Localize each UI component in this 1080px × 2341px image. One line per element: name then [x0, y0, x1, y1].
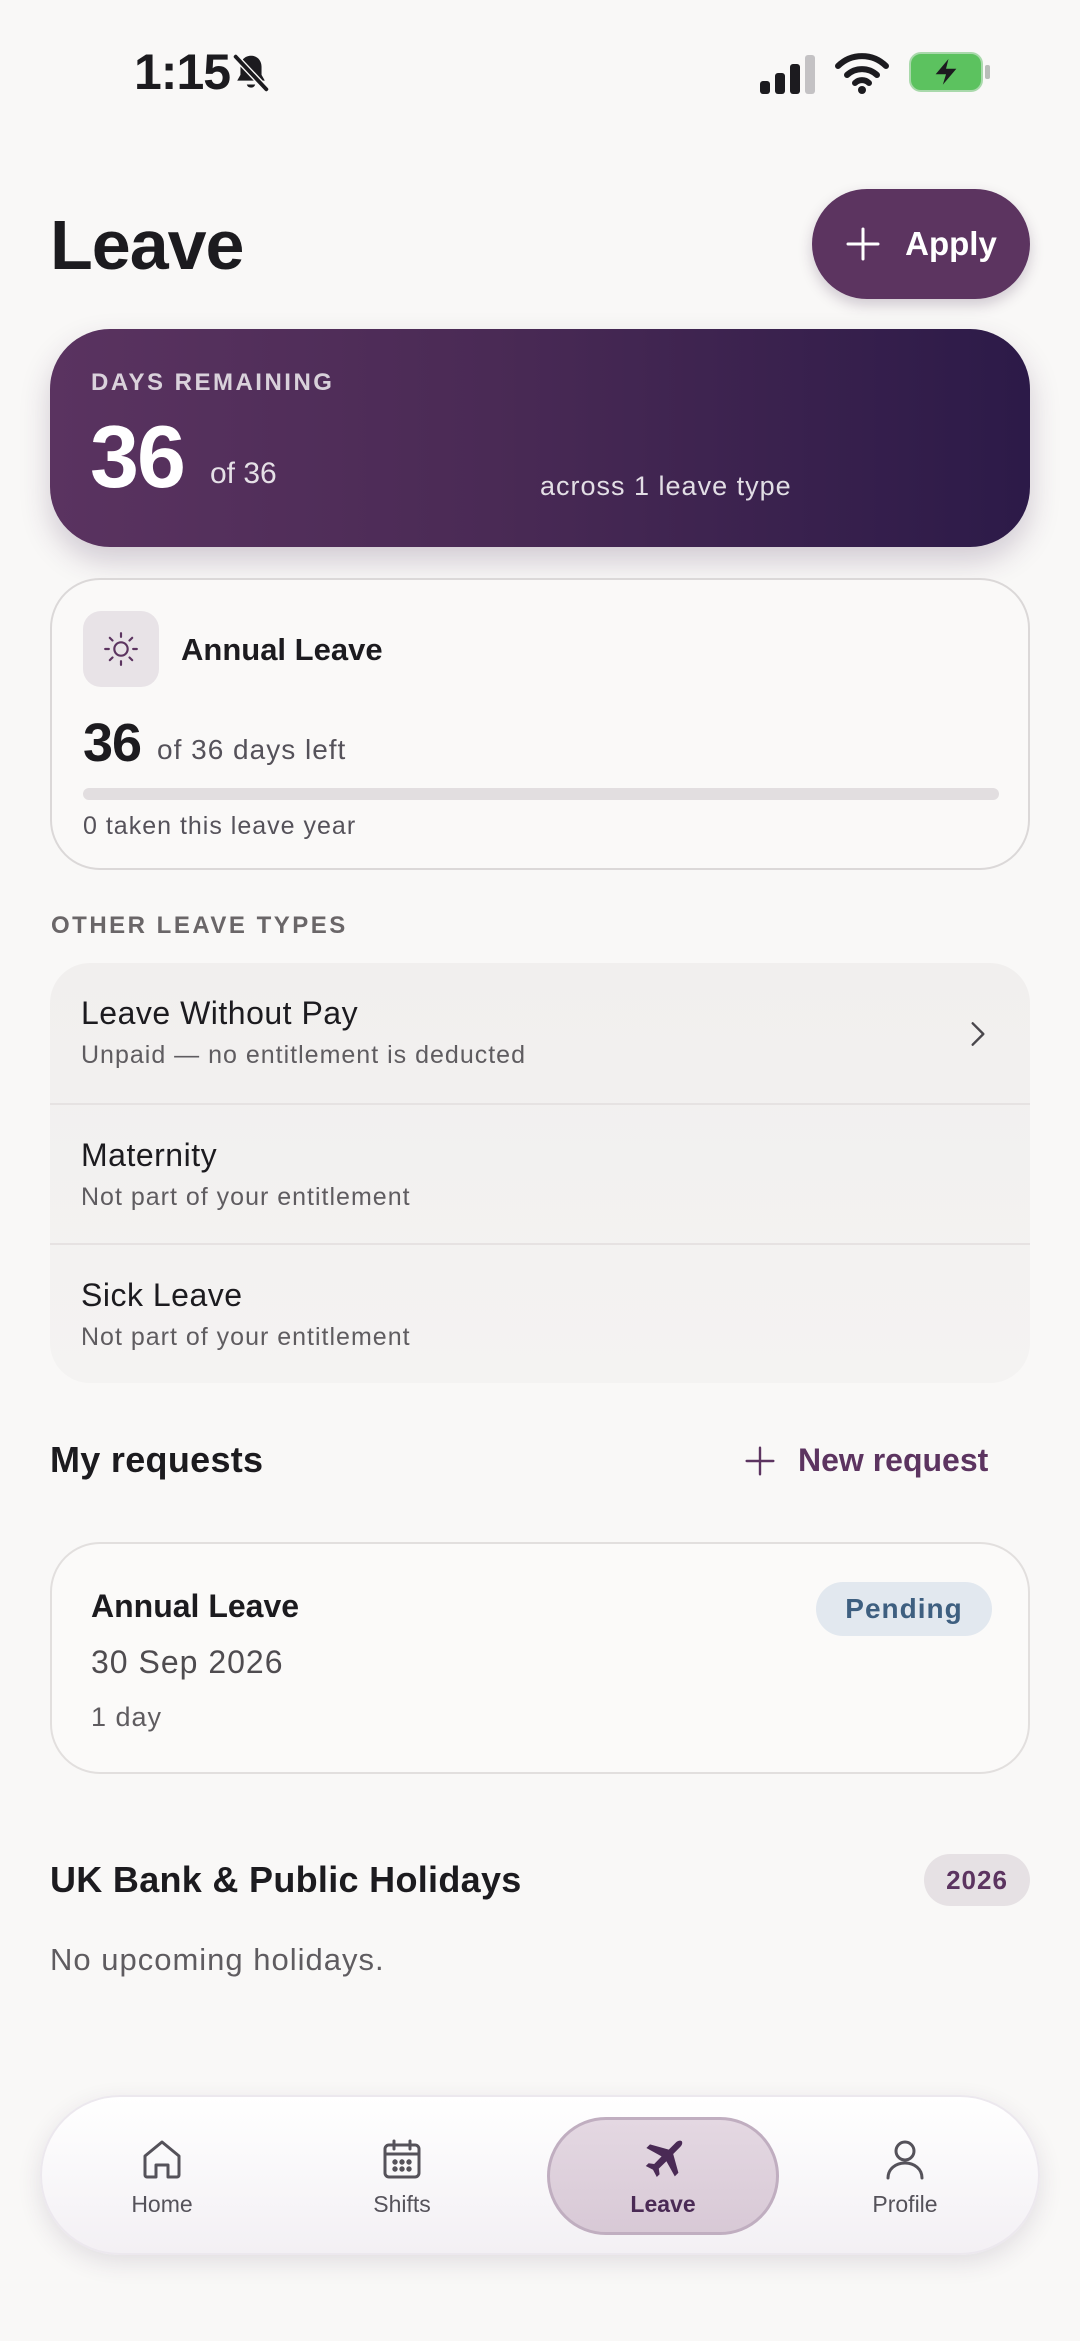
nav-item-leave[interactable]: Leave: [543, 2097, 783, 2257]
holidays-title: UK Bank & Public Holidays: [50, 1859, 522, 1900]
leave-request-card[interactable]: Annual Leave 30 Sep 2026 1 day Pending: [50, 1542, 1030, 1774]
annual-leave-progress-bar: [83, 788, 999, 800]
sun-icon: [104, 632, 138, 666]
plane-icon: [645, 2140, 683, 2177]
annual-leave-taken-text: 0 taken this leave year: [83, 812, 357, 840]
new-request-label: New request: [798, 1442, 989, 1478]
cellular-signal-icon: [760, 55, 815, 94]
days-total-text: of 36: [210, 457, 277, 490]
wifi-icon: [835, 53, 889, 94]
leave-type-description: Not part of your entitlement: [81, 1323, 411, 1351]
leave-type-name: Leave Without Pay: [81, 995, 359, 1031]
nav-item-profile[interactable]: Profile: [785, 2097, 1025, 2257]
my-requests-title: My requests: [50, 1439, 264, 1480]
holidays-empty-text: No upcoming holidays.: [50, 1942, 385, 1977]
days-remaining-label: DAYS REMAINING: [91, 369, 335, 396]
annual-leave-of-text: of 36 days left: [157, 734, 347, 765]
other-leave-types-label: OTHER LEAVE TYPES: [51, 912, 348, 939]
request-duration: 1 day: [91, 1702, 163, 1732]
leave-type-item: Sick Leave Not part of your entitlement: [50, 1243, 1030, 1383]
annual-leave-icon-box: [83, 611, 159, 687]
request-date: 30 Sep 2026: [91, 1644, 284, 1680]
leave-type-count-text: across 1 leave type: [540, 471, 792, 501]
calendar-icon: [383, 2139, 421, 2179]
user-icon: [886, 2140, 924, 2180]
nav-item-shifts[interactable]: Shifts: [282, 2097, 522, 2257]
leave-type-name: Maternity: [81, 1137, 218, 1173]
annual-leave-title: Annual Leave: [181, 632, 383, 667]
new-request-button[interactable]: New request: [744, 1442, 988, 1479]
battery-charging-icon: [909, 52, 990, 92]
days-remaining-card: DAYS REMAINING 36 of 36 across 1 leave t…: [50, 329, 1030, 547]
days-remaining-value: 36: [90, 407, 186, 506]
holidays-year-badge[interactable]: 2026: [924, 1854, 1030, 1906]
nav-item-home[interactable]: Home: [42, 2097, 282, 2257]
chevron-right-icon: [971, 1022, 985, 1046]
request-leave-type: Annual Leave: [91, 1588, 300, 1624]
plus-icon: [745, 1445, 775, 1476]
nav-label: Shifts: [373, 2191, 431, 2217]
bell-muted-icon: [232, 53, 270, 93]
plus-icon: [846, 227, 880, 261]
annual-leave-card[interactable]: Annual Leave 36 of 36 days left 0 taken …: [50, 578, 1030, 870]
other-leave-types-list: Leave Without Pay Unpaid — no entitlemen…: [50, 963, 1030, 1383]
status-time: 1:15: [134, 44, 231, 100]
apply-label: Apply: [905, 225, 997, 262]
status-badge: Pending: [816, 1582, 992, 1636]
bottom-nav: Home Shifts Leave Profile: [40, 2095, 1040, 2255]
annual-leave-remaining: 36: [83, 713, 142, 773]
apply-button[interactable]: Apply: [812, 189, 1030, 299]
home-icon: [143, 2140, 181, 2179]
leave-type-item: Maternity Not part of your entitlement: [50, 1103, 1030, 1243]
nav-label: Profile: [872, 2191, 938, 2217]
leave-type-description: Not part of your entitlement: [81, 1183, 411, 1211]
nav-label: Home: [131, 2191, 193, 2217]
leave-type-name: Sick Leave: [81, 1277, 243, 1313]
leave-type-description: Unpaid — no entitlement is deducted: [81, 1041, 526, 1069]
page-title: Leave: [50, 206, 244, 284]
nav-label: Leave: [630, 2191, 696, 2217]
leave-type-item[interactable]: Leave Without Pay Unpaid — no entitlemen…: [50, 963, 1030, 1103]
